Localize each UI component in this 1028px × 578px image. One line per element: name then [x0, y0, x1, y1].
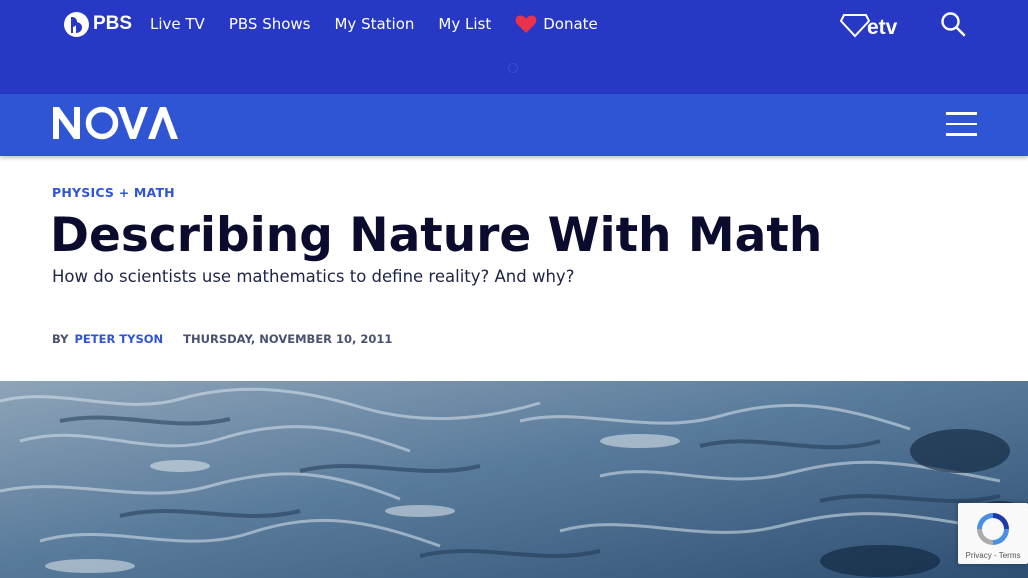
- search-button[interactable]: [940, 11, 966, 37]
- recaptcha-links[interactable]: Privacy - Terms: [966, 551, 1021, 560]
- article-byline: BY PETER TYSON THURSDAY, NOVEMBER 10, 20…: [52, 332, 392, 346]
- nova-logo[interactable]: [52, 106, 178, 144]
- menu-bar-line: [946, 112, 977, 115]
- hero-image: [0, 381, 1028, 578]
- pbs-logo-text: PBS: [93, 13, 133, 34]
- article-dek: How do scientists use mathematics to def…: [52, 267, 575, 286]
- nova-logo-icon: [53, 106, 178, 140]
- nav-live-tv[interactable]: Live TV: [150, 15, 205, 33]
- pbs-nav: Live TV PBS Shows My Station My List Don…: [150, 0, 622, 48]
- menu-bar-line: [946, 133, 977, 136]
- search-icon: [941, 12, 966, 37]
- donate-button[interactable]: Donate: [515, 15, 598, 34]
- loading-indicator: [508, 63, 518, 73]
- page: PBS Live TV PBS Shows My Station My List…: [0, 0, 1028, 578]
- water-ripple-image: [0, 381, 1028, 578]
- menu-button[interactable]: [946, 110, 978, 138]
- station-logo[interactable]: etv: [840, 8, 897, 38]
- station-logo-text: etv: [867, 16, 898, 39]
- nav-my-station[interactable]: My Station: [334, 15, 414, 33]
- recaptcha-icon: [977, 513, 1009, 545]
- donate-label: Donate: [543, 15, 598, 33]
- author-link[interactable]: PETER TYSON: [74, 332, 163, 346]
- article-title: Describing Nature With Math: [50, 208, 823, 263]
- recaptcha-badge[interactable]: Privacy - Terms: [958, 503, 1028, 564]
- menu-bar-line: [946, 122, 977, 125]
- pbs-head-icon: [64, 11, 89, 37]
- pbs-logo[interactable]: PBS: [63, 10, 132, 38]
- diamond-icon: [840, 14, 870, 38]
- nav-pbs-shows[interactable]: PBS Shows: [229, 15, 311, 33]
- nav-my-list[interactable]: My List: [438, 15, 491, 33]
- byline-prefix: BY: [52, 332, 69, 346]
- heart-icon: [515, 15, 537, 34]
- article-category[interactable]: PHYSICS + MATH: [52, 185, 175, 200]
- publish-date: THURSDAY, NOVEMBER 10, 2011: [183, 332, 393, 346]
- pbs-header-bar: PBS Live TV PBS Shows My Station My List…: [0, 0, 1028, 48]
